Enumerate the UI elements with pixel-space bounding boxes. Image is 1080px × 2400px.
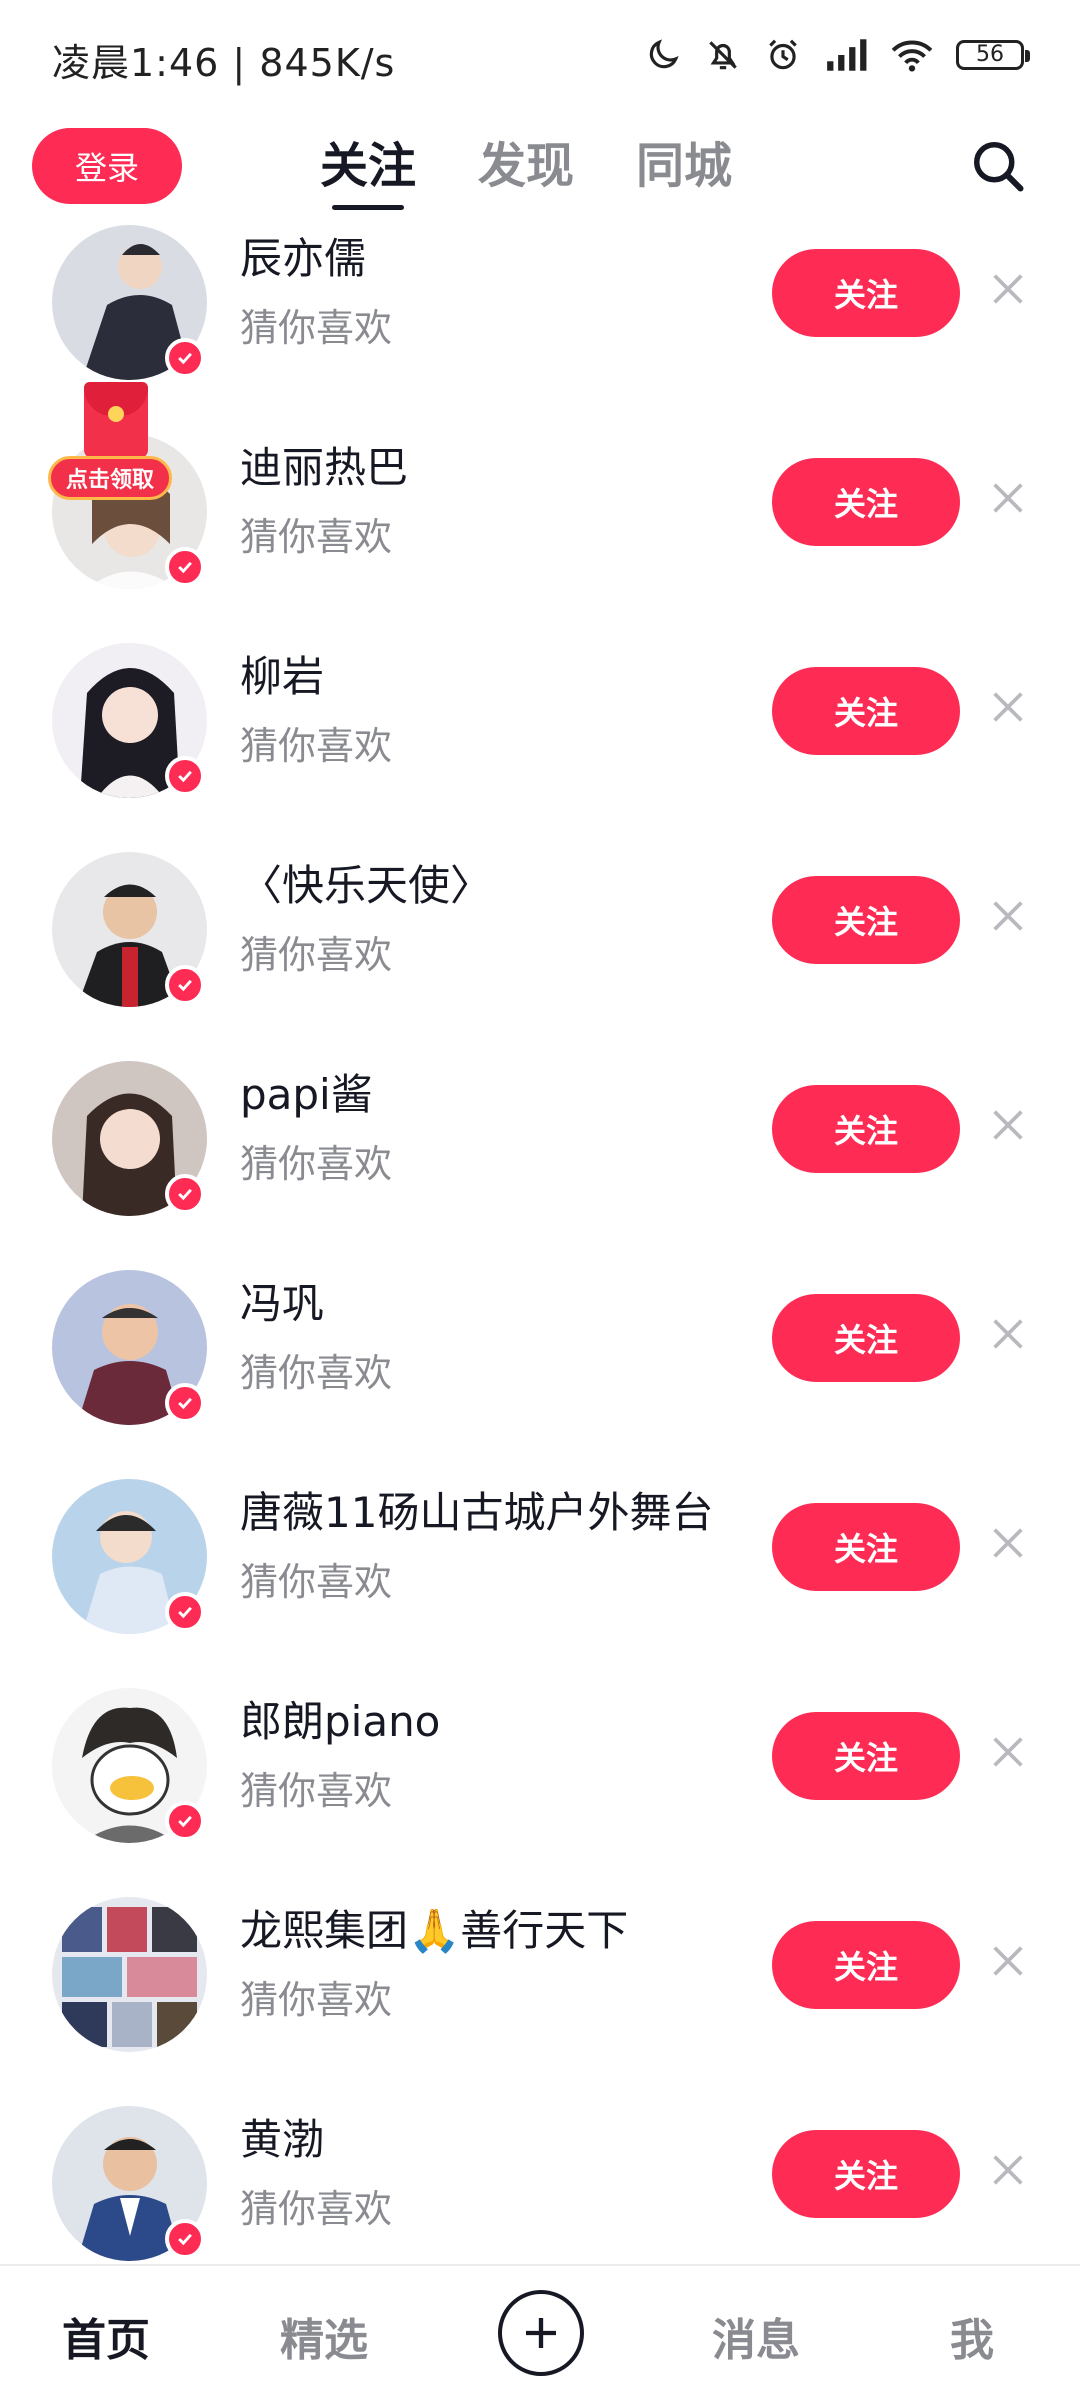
follow-button[interactable]: 关注 (772, 2130, 960, 2218)
avatar[interactable] (52, 1270, 207, 1425)
user-name: 冯巩 (240, 1279, 325, 1328)
tab-following-label: 关注 (320, 138, 417, 194)
avatar[interactable] (52, 1688, 207, 1843)
user-name: 龙熙集团🙏善行天下 (240, 1906, 629, 1955)
top-nav: 登录 关注 发现 同城 (0, 120, 1080, 230)
user-subtitle: 猜你喜欢 (240, 1978, 393, 2022)
list-item[interactable]: 唐薇11砀山古城户外舞台 猜你喜欢 关注 (0, 1479, 1080, 1688)
red-envelope-icon (84, 382, 148, 458)
search-icon[interactable] (968, 136, 1028, 196)
nav-me[interactable]: 我 (950, 2304, 994, 2368)
alarm-icon (764, 36, 802, 74)
verified-badge-icon (165, 1174, 205, 1214)
close-icon[interactable] (988, 1105, 1028, 1145)
red-packet-claim-label: 点击领取 (48, 456, 172, 500)
avatar[interactable] (52, 1897, 207, 2052)
status-time-speed: 凌晨1:46 | 845K/s (52, 41, 396, 85)
verified-badge-icon (165, 547, 205, 587)
red-packet-widget[interactable]: 点击领取 (48, 382, 188, 512)
list-item[interactable]: 〈快乐天使〉 猜你喜欢 关注 (0, 852, 1080, 1061)
user-name: 黄渤 (240, 2115, 325, 2164)
list-item[interactable]: 郎朗piano 猜你喜欢 关注 (0, 1688, 1080, 1897)
verified-badge-icon (165, 965, 205, 1005)
tab-discover[interactable]: 发现 (478, 130, 574, 210)
wifi-icon (890, 36, 934, 74)
close-icon[interactable] (988, 896, 1028, 936)
user-name: 唐薇11砀山古城户外舞台 (240, 1488, 714, 1537)
user-subtitle: 猜你喜欢 (240, 1351, 393, 1395)
user-subtitle: 猜你喜欢 (240, 1142, 393, 1186)
nav-messages[interactable]: 消息 (712, 2304, 800, 2368)
follow-button[interactable]: 关注 (772, 458, 960, 546)
follow-button[interactable]: 关注 (772, 1503, 960, 1591)
follow-button[interactable]: 关注 (772, 1294, 960, 1382)
avatar[interactable] (52, 1479, 207, 1634)
user-subtitle: 猜你喜欢 (240, 2187, 393, 2231)
signal-icon (824, 36, 868, 74)
close-icon[interactable] (988, 2150, 1028, 2190)
tab-following[interactable]: 关注 (320, 130, 416, 210)
user-name: 柳岩 (240, 652, 325, 701)
tab-discover-label: 发现 (478, 138, 575, 194)
tab-nearby[interactable]: 同城 (636, 130, 732, 210)
avatar[interactable] (52, 643, 207, 798)
bell-off-icon (704, 36, 742, 74)
close-icon[interactable] (988, 1732, 1028, 1772)
bottom-nav: 首页 精选 消息 我 (0, 2264, 1080, 2400)
status-icons: 56 (644, 36, 1030, 74)
close-icon[interactable] (988, 478, 1028, 518)
user-name: 〈快乐天使〉 (240, 861, 493, 910)
follow-button[interactable]: 关注 (772, 876, 960, 964)
login-button[interactable]: 登录 (32, 128, 182, 204)
plus-icon (526, 2318, 556, 2348)
avatar[interactable] (52, 2106, 207, 2261)
close-icon[interactable] (988, 1941, 1028, 1981)
user-subtitle: 猜你喜欢 (240, 724, 393, 768)
battery-icon: 56 (956, 40, 1030, 70)
moon-icon (644, 36, 682, 74)
follow-button[interactable]: 关注 (772, 1712, 960, 1800)
create-button[interactable] (498, 2290, 584, 2376)
verified-badge-icon (165, 1383, 205, 1423)
avatar[interactable] (52, 852, 207, 1007)
list-item[interactable]: papi酱 猜你喜欢 关注 (0, 1061, 1080, 1270)
verified-badge-icon (165, 338, 205, 378)
verified-badge-icon (165, 756, 205, 796)
follow-button[interactable]: 关注 (772, 1921, 960, 2009)
nav-featured[interactable]: 精选 (280, 2304, 368, 2368)
verified-badge-icon (165, 1801, 205, 1841)
tab-nearby-label: 同城 (636, 138, 733, 194)
follow-button[interactable]: 关注 (772, 1085, 960, 1173)
close-icon[interactable] (988, 1523, 1028, 1563)
verified-badge-icon (165, 2219, 205, 2259)
nav-home[interactable]: 首页 (62, 2304, 150, 2368)
avatar-image (52, 1897, 207, 2052)
avatar[interactable] (52, 1061, 207, 1216)
user-name: 辰亦儒 (240, 234, 367, 283)
user-name: 迪丽热巴 (240, 443, 409, 492)
user-subtitle: 猜你喜欢 (240, 933, 393, 977)
list-item[interactable]: 柳岩 猜你喜欢 关注 (0, 643, 1080, 852)
close-icon[interactable] (988, 1314, 1028, 1354)
follow-button[interactable]: 关注 (772, 249, 960, 337)
list-item[interactable]: 龙熙集团🙏善行天下 猜你喜欢 关注 (0, 1897, 1080, 2106)
user-subtitle: 猜你喜欢 (240, 1560, 393, 1604)
status-bar: 凌晨1:46 | 845K/s 56 (0, 0, 1080, 120)
feed-tabs: 关注 发现 同城 (320, 130, 732, 210)
user-subtitle: 猜你喜欢 (240, 306, 393, 350)
verified-badge-icon (165, 1592, 205, 1632)
user-name: papi酱 (240, 1070, 373, 1119)
tab-active-indicator (332, 205, 405, 210)
close-icon[interactable] (988, 687, 1028, 727)
user-subtitle: 猜你喜欢 (240, 1769, 393, 1813)
avatar[interactable] (52, 225, 207, 380)
close-icon[interactable] (988, 269, 1028, 309)
user-subtitle: 猜你喜欢 (240, 515, 393, 559)
follow-button[interactable]: 关注 (772, 667, 960, 755)
user-name: 郎朗piano (240, 1697, 441, 1746)
list-item[interactable]: 冯巩 猜你喜欢 关注 (0, 1270, 1080, 1479)
coin-icon (108, 406, 124, 422)
